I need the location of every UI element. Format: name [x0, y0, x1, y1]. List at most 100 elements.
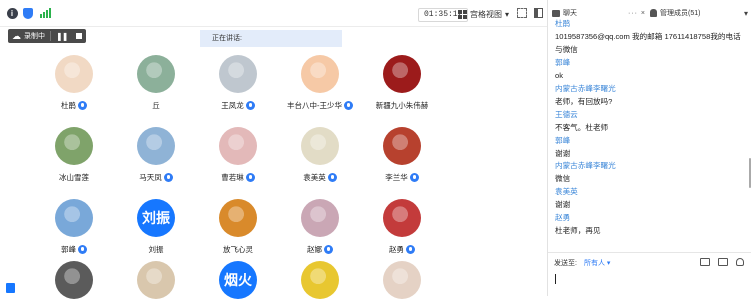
avatar	[137, 55, 175, 93]
participant-tile[interactable]: 新疆九小朱伟赫	[357, 55, 447, 111]
mic-icon	[324, 245, 333, 254]
chat-sender: 王德云	[555, 109, 578, 119]
mic-icon	[245, 173, 255, 182]
participant-tile[interactable]: 赵娜	[275, 199, 365, 255]
participant-tile[interactable]: 烟火	[193, 261, 283, 299]
chat-input[interactable]	[555, 274, 556, 284]
participant-tile[interactable]: 李兰华	[357, 127, 447, 183]
avatar	[301, 127, 339, 165]
chat-icon	[552, 9, 560, 17]
participant-name-row: 曹若琳	[193, 172, 283, 183]
avatar	[383, 199, 421, 237]
mic-icon	[409, 173, 419, 182]
image-icon[interactable]	[718, 258, 728, 266]
participant-name-row: 丘	[111, 100, 201, 111]
participant-name: 丘	[152, 101, 160, 110]
participant-name: 袁美英	[303, 173, 326, 182]
input-tools	[700, 258, 744, 266]
participant-name: 刘振	[148, 245, 164, 254]
participant-tile[interactable]: 丰台八中-王少华	[275, 55, 365, 111]
participant-tile[interactable]: 杜鹃	[29, 55, 119, 111]
chat-message: 不客气。杜老师	[555, 122, 609, 132]
chat-sender: 赵勇	[555, 213, 571, 223]
participant-tile[interactable]: 放飞心灵	[193, 199, 283, 255]
info-icon[interactable]: i	[6, 7, 18, 19]
participant-name: 冰山雪莲	[59, 173, 89, 182]
person-icon[interactable]	[736, 258, 744, 266]
participant-tile[interactable]	[275, 261, 365, 299]
send-to-dropdown[interactable]: 所有人 ▾	[584, 258, 610, 268]
tab-controls[interactable]: ··· ×	[628, 10, 646, 17]
participant-tile[interactable]: 刘振 刘振	[111, 199, 201, 255]
chevron-down-icon[interactable]: ▾	[744, 9, 748, 18]
mic-icon	[327, 173, 337, 182]
participant-tile[interactable]	[111, 261, 201, 299]
recording-bar: ☁ 录制中 ❚❚	[8, 29, 86, 43]
participant-name: 杜鹃	[61, 101, 76, 110]
person-icon	[650, 9, 657, 17]
participant-tile[interactable]: 马天凤	[111, 127, 201, 183]
chat-message-list: 杜鹃 1019587356@qq.com 我的邮箱 17611418758我的电话…	[555, 18, 750, 238]
avatar	[383, 55, 421, 93]
chat-message: 老师，有回放吗?	[555, 96, 613, 106]
stop-recording-button[interactable]	[76, 33, 83, 39]
participant-name: 赵娜	[307, 245, 322, 254]
participant-name-row: 马天凤	[111, 172, 201, 183]
avatar	[301, 55, 339, 93]
file-icon[interactable]	[700, 258, 710, 266]
participant-name-row: 赵勇	[357, 244, 447, 255]
signal-icon[interactable]	[39, 7, 51, 19]
participant-tile[interactable]: 曹若琳	[193, 127, 283, 183]
avatar	[383, 261, 421, 299]
participant-tile[interactable]	[29, 261, 119, 299]
divider	[548, 252, 751, 253]
tab-chat-label: 聊天	[563, 10, 577, 17]
cloud-icon: ☁	[12, 30, 21, 41]
send-to-label: 发送至:	[554, 260, 577, 267]
avatar	[55, 199, 93, 237]
side-panel-icon[interactable]	[6, 283, 15, 293]
participant-tile[interactable]	[357, 261, 447, 299]
avatar	[137, 127, 175, 165]
participant-tile[interactable]: 郭峰	[29, 199, 119, 255]
info-glyph: i	[6, 7, 18, 19]
send-to-row: 发送至: 所有人 ▾	[554, 258, 610, 268]
participant-tile[interactable]: 冰山雪莲	[29, 127, 119, 183]
participant-name: 放飞心灵	[223, 245, 253, 254]
shield-icon[interactable]	[22, 7, 34, 19]
participant-name: 王凤龙	[221, 101, 244, 110]
avatar	[301, 261, 339, 299]
participant-name-row: 放飞心灵	[193, 244, 283, 255]
chat-message: 谢谢	[555, 200, 571, 210]
pause-recording-button[interactable]: ❚❚	[56, 32, 68, 41]
participant-name: 新疆九小朱伟赫	[375, 101, 429, 110]
tab-members-label: 管理成员(51)	[660, 10, 701, 17]
participant-tile[interactable]: 赵勇	[357, 199, 447, 255]
participant-name-row: 杜鹃	[29, 100, 119, 111]
avatar	[219, 199, 257, 237]
mic-icon	[344, 101, 353, 110]
avatar: 刘振	[137, 199, 175, 237]
chat-message: ok	[555, 70, 564, 80]
chat-sender: 郭峰	[555, 135, 571, 145]
participant-name: 郭峰	[61, 245, 76, 254]
avatar: 烟火	[219, 261, 257, 299]
avatar	[55, 55, 93, 93]
participant-tile[interactable]: 王凤龙	[193, 55, 283, 111]
tab-members[interactable]: 管理成员(51)	[650, 8, 700, 18]
avatar	[55, 261, 93, 299]
avatar	[137, 261, 175, 299]
participant-tile[interactable]: 袁美英	[275, 127, 365, 183]
grid-icon	[458, 9, 467, 19]
chat-message: 与微信	[555, 44, 578, 54]
split-view-icon[interactable]	[534, 8, 543, 18]
participant-name: 曹若琳	[221, 173, 244, 182]
avatar	[219, 127, 257, 165]
participant-name-row: 郭峰	[29, 244, 119, 255]
tab-chat[interactable]: 聊天 ··· ×	[552, 8, 646, 18]
view-mode-dropdown[interactable]: 宫格视图 ▾	[458, 8, 509, 20]
participant-tile[interactable]: 丘	[111, 55, 201, 111]
fullscreen-icon[interactable]	[517, 8, 527, 18]
participant-name-row: 赵娜	[275, 244, 365, 255]
mic-icon	[406, 245, 415, 254]
